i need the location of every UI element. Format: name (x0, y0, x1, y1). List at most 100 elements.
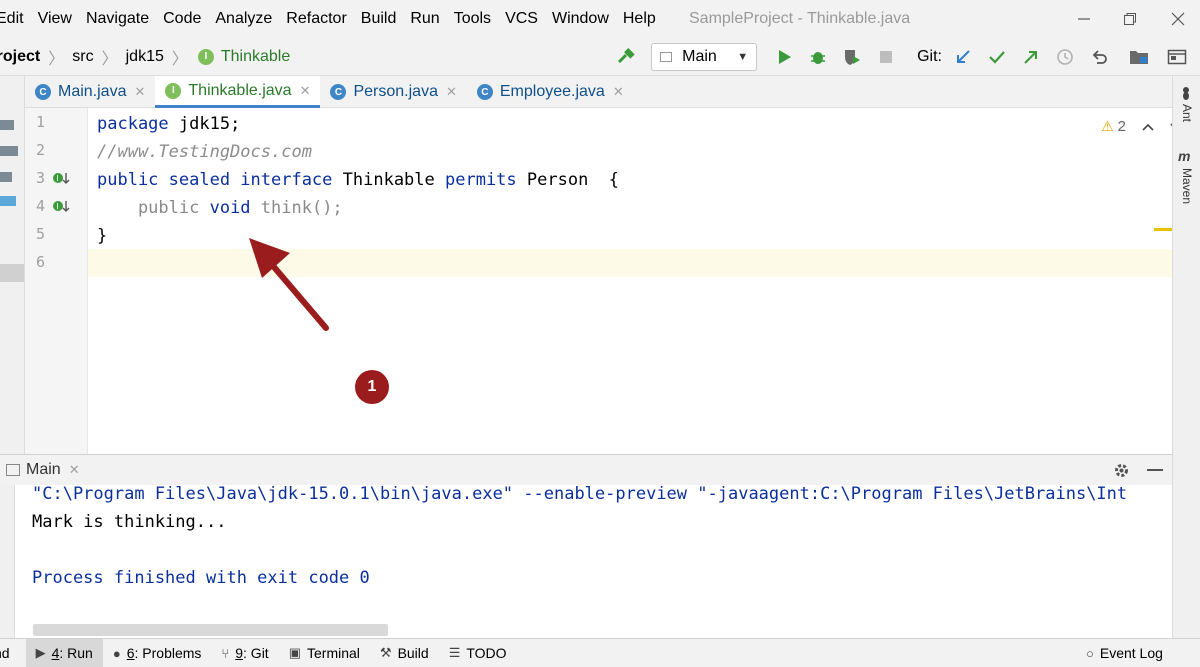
comment: //www.TestingDocs.com (97, 142, 312, 162)
stop-icon (880, 51, 893, 63)
tab-thinkable-java[interactable]: I Thinkable.java ✕ (155, 76, 321, 108)
minimize-button[interactable] (1062, 0, 1106, 38)
minimize-icon[interactable] (1147, 469, 1163, 471)
git-push-button[interactable] (1018, 44, 1044, 70)
chevron-up-icon[interactable] (1142, 118, 1154, 135)
tool-todo[interactable]: ☰ TODO (439, 639, 517, 667)
debug-button[interactable] (805, 44, 831, 70)
close-window-button[interactable] (1156, 0, 1200, 38)
tree-folder-icon (0, 120, 14, 130)
tool-git[interactable]: ⑂ 9: Git (211, 639, 278, 667)
close-icon[interactable]: ✕ (613, 84, 624, 100)
implemented-by-icon[interactable]: I (52, 170, 70, 189)
menu-window[interactable]: Window (544, 0, 615, 38)
shortcut-number: 4 (51, 645, 60, 661)
git-history-button[interactable] (1052, 44, 1078, 70)
arrow-up-right-icon (1024, 51, 1037, 64)
play-icon: ▶ (35, 645, 46, 660)
menu-vcs[interactable]: VCS (497, 0, 544, 38)
breadcrumb-package[interactable]: jdk15 (126, 48, 164, 66)
stop-button[interactable] (873, 44, 899, 70)
breadcrumb-separator: 〉 (48, 50, 65, 68)
inspection-widget[interactable]: ⚠ 2 (1101, 118, 1182, 135)
breadcrumb-file[interactable]: Thinkable (221, 48, 290, 66)
code-text: think(); (250, 198, 343, 218)
menu-refactor[interactable]: Refactor (278, 0, 352, 38)
menu-build[interactable]: Build (353, 0, 403, 38)
tool-problems[interactable]: ● 6: Problems (103, 639, 212, 667)
project-tool-strip[interactable] (0, 76, 25, 454)
horizontal-scrollbar[interactable] (33, 624, 388, 636)
clock-icon (1057, 49, 1073, 65)
close-icon[interactable]: ✕ (300, 83, 311, 99)
menu-view[interactable]: View (30, 0, 78, 38)
event-log-button[interactable]: ○ Event Log (1076, 639, 1173, 667)
tree-folder-icon (0, 146, 18, 156)
code-editor[interactable]: package jdk15; //www.TestingDocs.com pub… (88, 108, 1172, 454)
code-line-5: } (97, 222, 107, 250)
maven-tool-button[interactable]: Maven (1180, 168, 1194, 204)
partial-tool-button[interactable]: nd (0, 639, 20, 667)
menu-edit[interactable]: Edit (0, 0, 30, 38)
tree-folder-icon (0, 172, 12, 182)
menu-help[interactable]: Help (615, 0, 662, 38)
tool-terminal[interactable]: ▣ Terminal (279, 639, 370, 667)
inspection-count: 2 (1117, 118, 1126, 135)
interface-icon: I (197, 48, 214, 65)
rollback-button[interactable] (1086, 44, 1112, 70)
list-icon: ☰ (448, 645, 461, 660)
branch-icon: ⑂ (221, 645, 230, 661)
tool-label: : Problems (134, 645, 202, 661)
class-icon: C (476, 84, 493, 100)
menu-tools[interactable]: Tools (446, 0, 497, 38)
run-configuration-select[interactable]: Main ▼ (651, 43, 758, 71)
breadcrumb-project[interactable]: Project (0, 48, 40, 66)
annotation-badge: 1 (355, 370, 389, 404)
run-button[interactable] (771, 44, 797, 70)
tool-label: : Git (243, 645, 269, 661)
tree-folder-icon (0, 196, 16, 206)
code-line-2: //www.TestingDocs.com (97, 138, 312, 166)
menu-navigate[interactable]: Navigate (78, 0, 155, 38)
minimize-icon (1078, 18, 1090, 20)
warning-stripe[interactable] (1154, 228, 1172, 231)
run-tab-main[interactable]: Main (26, 461, 61, 479)
git-commit-button[interactable] (984, 44, 1010, 70)
coverage-button[interactable] (839, 44, 865, 70)
tab-person-java[interactable]: C Person.java ✕ (320, 76, 466, 108)
run-console[interactable]: "C:\Program Files\Java\jdk-15.0.1\bin\ja… (15, 485, 1172, 638)
problems-icon: ● (112, 645, 121, 661)
shortcut-number: 9 (235, 645, 244, 661)
close-icon[interactable]: ✕ (69, 462, 80, 478)
menu-code[interactable]: Code (155, 0, 207, 38)
keyword: public sealed interface (97, 170, 333, 190)
maximize-button[interactable] (1108, 0, 1152, 38)
tool-build[interactable]: ⚒ Build (370, 639, 439, 667)
implemented-by-icon[interactable]: I (52, 198, 70, 217)
line-number: 5 (35, 225, 45, 243)
editor-gutter[interactable]: 1 2 3 4 5 6 I I (25, 108, 88, 454)
build-hammer-icon[interactable] (613, 44, 639, 70)
checkmark-icon (989, 51, 1005, 64)
svg-text:I: I (56, 174, 58, 183)
editor-tabs: C Main.java ✕ I Thinkable.java ✕ C Perso… (25, 76, 1172, 108)
git-update-button[interactable] (950, 44, 976, 70)
git-label: Git: (917, 48, 942, 65)
tab-main-java[interactable]: C Main.java ✕ (25, 76, 155, 108)
breadcrumb-src[interactable]: src (72, 48, 93, 66)
current-line-highlight (88, 249, 1172, 277)
menu-analyze[interactable]: Analyze (207, 0, 278, 38)
tool-window-bar: nd ▶ 4: Run ● 6: Problems ⑂ 9: Git ▣ Ter… (0, 638, 1200, 667)
project-structure-button[interactable] (1126, 44, 1152, 70)
tool-run[interactable]: ▶ 4: Run (25, 638, 103, 667)
close-icon[interactable]: ✕ (134, 84, 145, 100)
presentation-mode-button[interactable] (1164, 44, 1190, 70)
run-config-icon (6, 464, 20, 476)
restore-icon (1124, 13, 1136, 25)
menu-run[interactable]: Run (402, 0, 445, 38)
tab-label: Main.java (58, 83, 127, 100)
close-icon[interactable]: ✕ (446, 84, 457, 100)
tab-employee-java[interactable]: C Employee.java ✕ (467, 76, 634, 108)
ant-tool-button[interactable]: Ant (1180, 104, 1194, 122)
gear-icon[interactable] (1113, 462, 1130, 484)
